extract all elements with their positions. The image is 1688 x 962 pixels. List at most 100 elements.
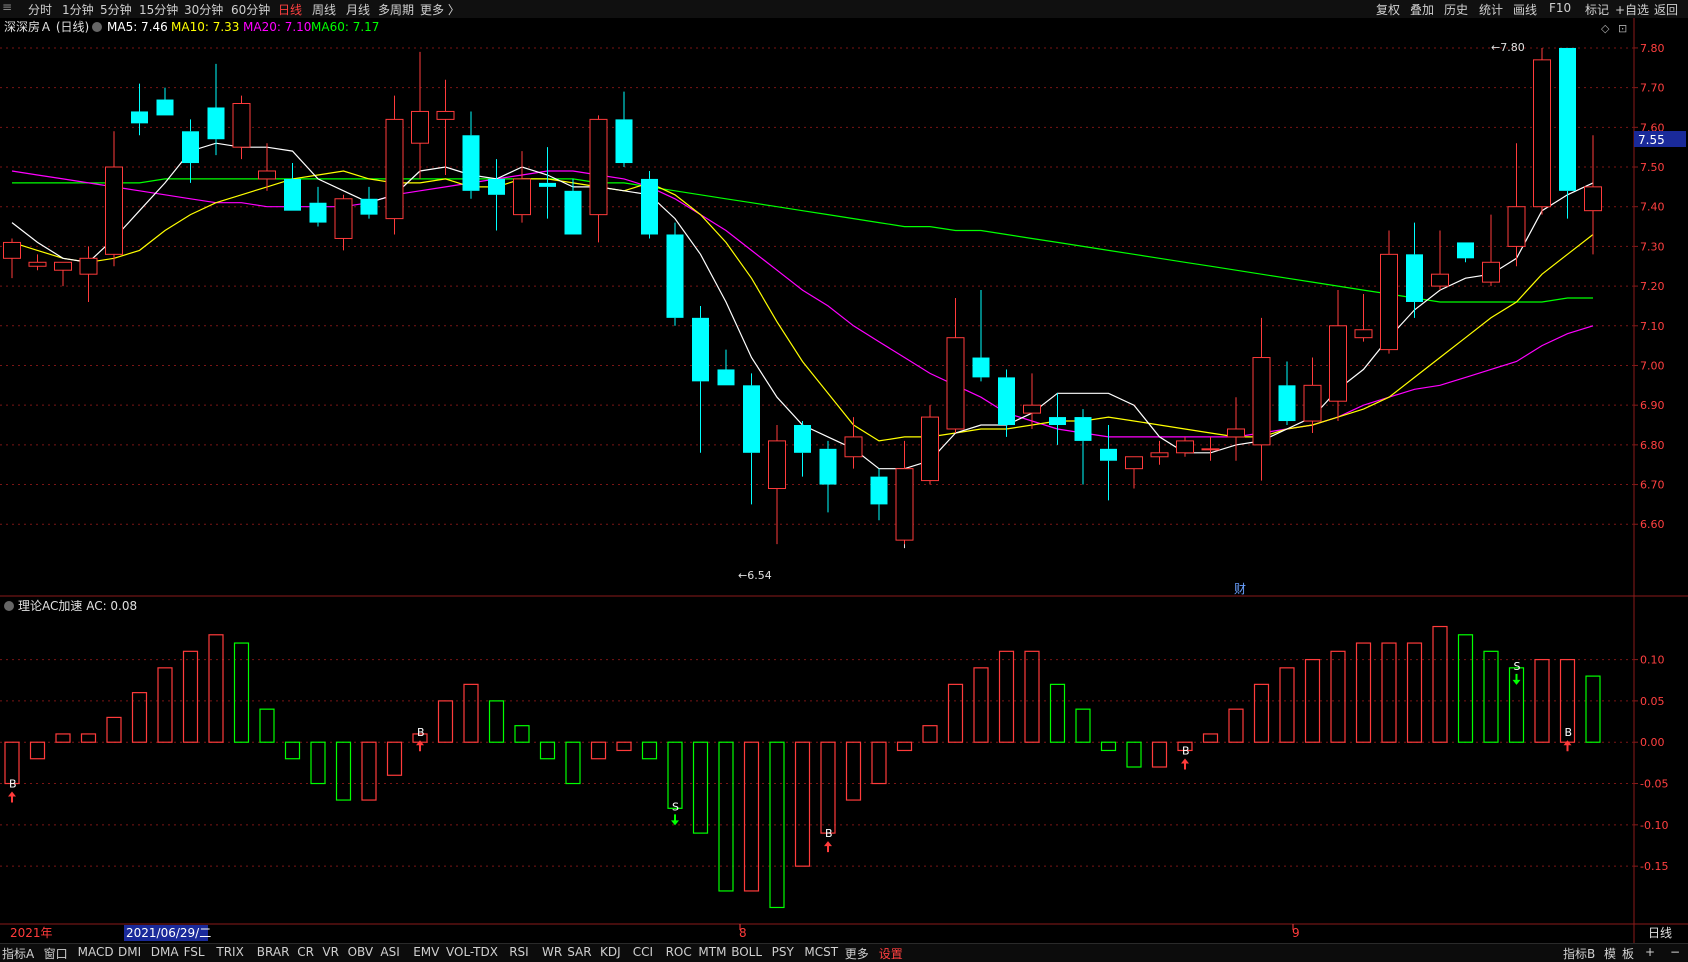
ac-tick-label: -0.10 (1640, 819, 1668, 832)
collapse-icon[interactable] (92, 22, 102, 32)
period-tab-1[interactable]: 1分钟 (62, 1, 94, 18)
candle-body (641, 178, 658, 235)
indicator-tab-0[interactable]: 指标A (2, 945, 34, 962)
tool-button-0[interactable]: 复权 (1376, 1, 1400, 18)
candle-body (1023, 404, 1041, 414)
candle-body (309, 202, 327, 223)
indicator-tab-9[interactable]: VR (322, 945, 339, 959)
chart-area[interactable]: BBSBBSB 7.807.707.607.507.407.307.207.10… (0, 18, 1688, 943)
indicator-tab-7[interactable]: BRAR (257, 945, 290, 959)
stock-name[interactable]: 深深房Ａ (日线) (4, 19, 89, 34)
candle-body (1278, 385, 1296, 422)
period-tab-9[interactable]: 多周期 (378, 1, 414, 18)
indicator-tab-11[interactable]: ASI (380, 945, 399, 959)
maximize-icon[interactable]: ⊡ (1618, 22, 1627, 35)
candle-body (921, 416, 939, 482)
candle-body (488, 178, 505, 195)
candle (641, 170, 658, 239)
indicator-tab-3[interactable]: DMI (118, 945, 141, 959)
price-tick-label: 7.40 (1640, 201, 1665, 214)
ac-indicator-label[interactable]: 理论AC加速 AC: 0.08 (18, 599, 137, 613)
candle (666, 222, 684, 326)
candle-body (870, 476, 888, 505)
ma5-label: MA5: 7.46 (107, 20, 168, 34)
indicator-tab-17[interactable]: KDJ (600, 945, 621, 959)
indicator-tab-8[interactable]: CR (297, 945, 314, 959)
candle-body (1559, 47, 1576, 191)
financial-report-marker[interactable]: 财 (1234, 582, 1246, 596)
candle-body (717, 369, 735, 386)
indicator-tab-19[interactable]: ROC (666, 945, 692, 959)
indicator-tab-21[interactable]: BOLL (731, 945, 762, 959)
panel-control-2[interactable]: 板 (1622, 945, 1634, 962)
candle-body (79, 257, 98, 275)
panel-control-0[interactable]: 指标B (1563, 945, 1595, 962)
period-tab-10[interactable]: 更多 〉 (420, 1, 460, 18)
candle-body (334, 198, 353, 239)
tool-button-5[interactable]: F10 (1549, 1, 1571, 15)
candle-body (105, 166, 123, 255)
indicator-tab-25[interactable]: 设置 (879, 945, 903, 962)
price-tick-label: 7.80 (1640, 42, 1665, 55)
selected-date-label: 2021/06/29/二 (126, 926, 211, 940)
tool-button-1[interactable]: 叠加 (1410, 1, 1434, 18)
diamond-icon[interactable]: ◇ (1601, 22, 1610, 35)
tool-button-2[interactable]: 历史 (1444, 1, 1468, 18)
indicator-tab-23[interactable]: MCST (804, 945, 838, 959)
tool-button-3[interactable]: 统计 (1479, 1, 1503, 18)
indicator-tab-20[interactable]: MTM (698, 945, 726, 959)
candle-body (385, 118, 404, 220)
ac-tick-label: 0.05 (1640, 695, 1665, 708)
candle-body (1482, 261, 1500, 283)
candle-body (794, 425, 811, 453)
tool-button-4[interactable]: 画线 (1513, 1, 1537, 18)
indicator-tab-18[interactable]: CCI (633, 945, 653, 959)
period-tab-5[interactable]: 60分钟 (231, 1, 270, 18)
period-tab-8[interactable]: 月线 (346, 1, 370, 18)
candle-body (589, 118, 608, 216)
tool-button-6[interactable]: 标记 (1585, 1, 1609, 18)
period-tab-3[interactable]: 15分钟 (139, 1, 178, 18)
ma20-label: MA20: 7.10 (243, 20, 311, 34)
period-tab-7[interactable]: 周线 (312, 1, 336, 18)
indicator-tab-6[interactable]: TRIX (216, 945, 243, 959)
period-tab-0[interactable]: 分时 (28, 1, 52, 18)
candle-body (615, 119, 633, 164)
indicator-tab-12[interactable]: EMV (413, 945, 439, 959)
period-tab-2[interactable]: 5分钟 (100, 1, 132, 18)
indicator-tab-13[interactable]: VOL-TDX (446, 945, 498, 959)
price-tick-label: 7.00 (1640, 359, 1665, 372)
indicator-tab-24[interactable]: 更多 (845, 945, 869, 962)
panel-control-1[interactable]: 模 (1604, 945, 1616, 962)
current-price-label: 7.55 (1638, 133, 1665, 147)
candle (921, 405, 939, 485)
panel-control-3[interactable]: + (1645, 945, 1655, 959)
indicator-tab-22[interactable]: PSY (772, 945, 794, 959)
indicator-tab-16[interactable]: SAR (567, 945, 591, 959)
candle-body (1584, 186, 1602, 212)
candle-body (1303, 384, 1322, 422)
price-tick-label: 7.70 (1640, 82, 1665, 95)
indicator-tab-4[interactable]: DMA (151, 945, 179, 959)
signal-label: B (9, 778, 17, 791)
candle-body (360, 198, 378, 215)
signal-label: B (1565, 726, 1573, 739)
indicator-tab-10[interactable]: OBV (348, 945, 374, 959)
tool-button-7[interactable]: +自选 (1615, 1, 1649, 18)
indicator-tab-5[interactable]: FSL (184, 945, 205, 959)
candle-body (1201, 448, 1220, 451)
month-label-sep: 9 (1292, 926, 1300, 940)
settings-icon[interactable]: ≡ (2, 0, 12, 14)
indicator-tab-14[interactable]: RSI (509, 945, 529, 959)
period-tab-4[interactable]: 30分钟 (184, 1, 223, 18)
year-label: 2021年 (10, 926, 53, 940)
candle-body (284, 178, 301, 211)
indicator-tab-2[interactable]: MACD (78, 945, 114, 959)
indicator-tab-1[interactable]: 窗口 (44, 945, 68, 962)
panel-control-4[interactable]: − (1670, 945, 1680, 959)
tool-button-8[interactable]: 返回 (1654, 1, 1678, 18)
indicator-tab-15[interactable]: WR (542, 945, 562, 959)
collapse-icon[interactable] (4, 601, 14, 611)
signal-label: S (1514, 660, 1521, 673)
period-tab-6[interactable]: 日线 (278, 1, 302, 18)
